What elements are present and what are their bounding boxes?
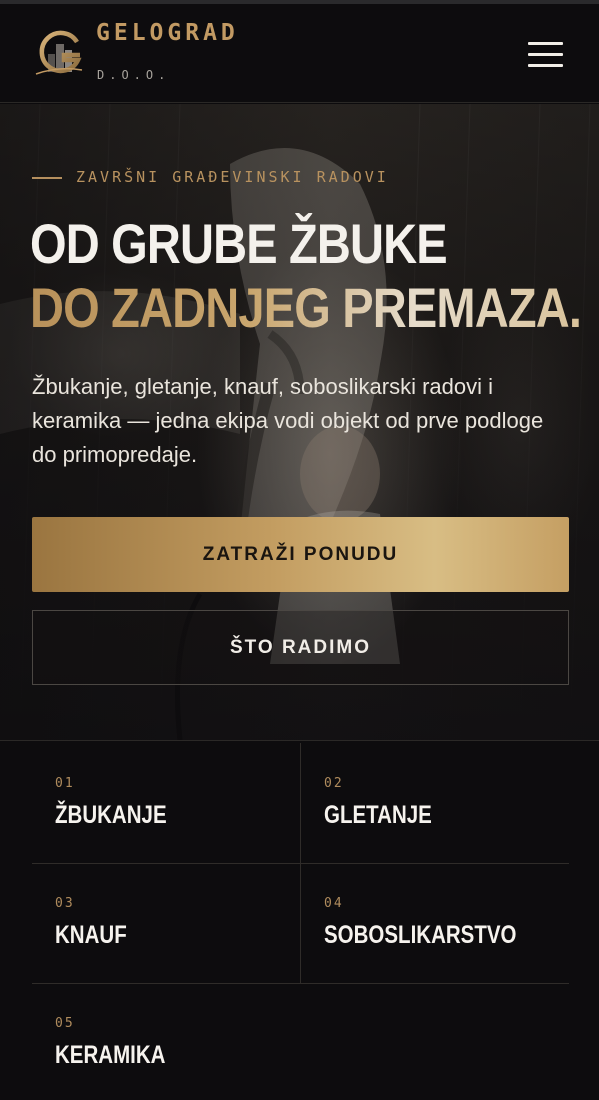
hero-lead-text: Žbukanje, gletanje, knauf, soboslikarski… bbox=[32, 374, 544, 467]
service-item-keramika[interactable]: 05 KERAMIKA bbox=[32, 983, 301, 1100]
hero-title-line2: DO ZADNJEG PREMAZA. bbox=[30, 276, 582, 339]
service-item-knauf[interactable]: 03 KNAUF bbox=[32, 863, 301, 983]
hero-section: ZAVRŠNI GRAĐEVINSKI RADOVI OD GRUBE ŽBUK… bbox=[0, 104, 599, 740]
service-item-soboslikarstvo[interactable]: 04 SOBOSLIKARSTVO bbox=[301, 863, 570, 983]
service-item-zbukanje[interactable]: 01 ŽBUKANJE bbox=[32, 743, 301, 863]
service-number: 04 bbox=[324, 896, 344, 911]
services-grid: 01 ŽBUKANJE 02 GLETANJE 03 KNAUF 04 SOBO… bbox=[0, 740, 599, 1100]
service-item-gletanje[interactable]: 02 GLETANJE bbox=[301, 743, 570, 863]
service-number: 02 bbox=[324, 776, 344, 791]
hero-eyebrow: ZAVRŠNI GRAĐEVINSKI RADOVI bbox=[76, 168, 389, 186]
brand-name[interactable]: GELOGRAD bbox=[96, 20, 239, 46]
service-name: KNAUF bbox=[55, 921, 127, 949]
service-number: 03 bbox=[55, 896, 75, 911]
service-name: GLETANJE bbox=[324, 801, 432, 829]
hamburger-menu-icon[interactable] bbox=[526, 40, 566, 68]
service-number: 05 bbox=[55, 1016, 75, 1031]
gelograd-logo-icon[interactable] bbox=[34, 28, 84, 78]
brand-subtitle: D.O.O. bbox=[97, 68, 171, 82]
service-name: KERAMIKA bbox=[55, 1041, 166, 1069]
service-name: SOBOSLIKARSTVO bbox=[324, 921, 517, 949]
request-quote-button[interactable]: ZATRAŽI PONUDU bbox=[32, 517, 569, 592]
what-we-do-button[interactable]: ŠTO RADIMO bbox=[32, 610, 569, 685]
hero-title-line1: OD GRUBE ŽBUKE bbox=[30, 212, 448, 275]
service-name: ŽBUKANJE bbox=[55, 801, 167, 829]
eyebrow-rule bbox=[32, 177, 62, 179]
site-header: GELOGRAD D.O.O. bbox=[0, 4, 599, 103]
service-number: 01 bbox=[55, 776, 75, 791]
